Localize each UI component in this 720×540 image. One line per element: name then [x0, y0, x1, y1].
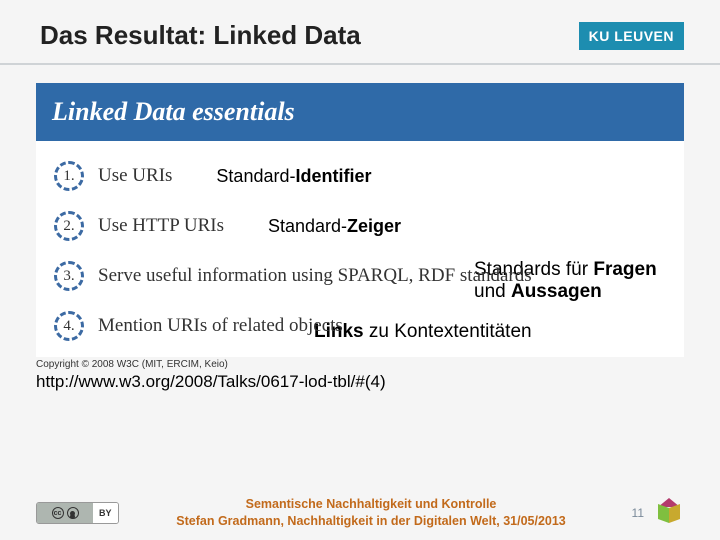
- annotation-bold: Identifier: [295, 166, 371, 186]
- annotation-bold: Zeiger: [347, 216, 401, 236]
- point-text: Use URIs: [98, 165, 172, 187]
- cc-logo-icon: [52, 507, 64, 519]
- footer-line2: Stefan Gradmann, Nachhaltigkeit in der D…: [119, 513, 624, 530]
- point-number-circle: 3.: [54, 261, 84, 291]
- point-text: Mention URIs of related objects: [98, 315, 343, 337]
- point-number: 1.: [63, 168, 74, 185]
- footer-line1: Semantische Nachhaltigkeit und Kontrolle: [119, 496, 624, 513]
- copyright-text: Copyright © 2008 W3C (MIT, ERCIM, Keio): [36, 359, 720, 370]
- annotation-prefix: Standard-: [268, 216, 347, 236]
- annotation-2: Standard-Zeiger: [268, 216, 401, 237]
- point-number: 3.: [63, 268, 74, 285]
- slide-title: Das Resultat: Linked Data: [40, 20, 361, 51]
- footer: BY Semantische Nachhaltigkeit und Kontro…: [0, 496, 720, 530]
- panel-heading: Linked Data essentials: [36, 83, 684, 141]
- point-number-circle: 2.: [54, 211, 84, 241]
- point-row-4: 4. Mention URIs of related objects: [54, 311, 666, 341]
- cc-by-label: BY: [93, 503, 118, 523]
- ku-leuven-badge: KU LEUVEN: [579, 22, 684, 50]
- title-divider: [0, 63, 720, 65]
- point-row-2: 2. Use HTTP URIs Standard-Zeiger: [54, 211, 666, 241]
- point-row-1: 1. Use URIs Standard-Identifier: [54, 161, 666, 191]
- talk-url: http://www.w3.org/2008/Talks/0617-lod-tb…: [36, 372, 720, 392]
- annotation-1: Standard-Identifier: [216, 166, 371, 187]
- title-bar: Das Resultat: Linked Data KU LEUVEN: [0, 0, 720, 59]
- cc-badge: BY: [36, 502, 119, 524]
- page-number: 11: [632, 506, 644, 520]
- cc-icons: [37, 503, 93, 523]
- point-number: 4.: [63, 318, 74, 335]
- point-row-4-wrap: 4. Mention URIs of related objects Links…: [54, 311, 666, 351]
- slide: Das Resultat: Linked Data KU LEUVEN Link…: [0, 0, 720, 540]
- cube-logo-icon: [654, 498, 684, 528]
- point-row-3: 3. Serve useful information using SPARQL…: [54, 261, 666, 291]
- points-list: 1. Use URIs Standard-Identifier 2. Use H…: [36, 141, 684, 357]
- annotation-prefix: Standard-: [216, 166, 295, 186]
- point-text: Use HTTP URIs: [98, 215, 224, 237]
- cc-by-icon: [67, 507, 79, 519]
- point-number-circle: 4.: [54, 311, 84, 341]
- essentials-panel: Linked Data essentials 1. Use URIs Stand…: [36, 83, 684, 357]
- point-number: 2.: [63, 218, 74, 235]
- footer-center: Semantische Nachhaltigkeit und Kontrolle…: [119, 496, 624, 530]
- point-number-circle: 1.: [54, 161, 84, 191]
- point-text: Serve useful information using SPARQL, R…: [98, 265, 532, 287]
